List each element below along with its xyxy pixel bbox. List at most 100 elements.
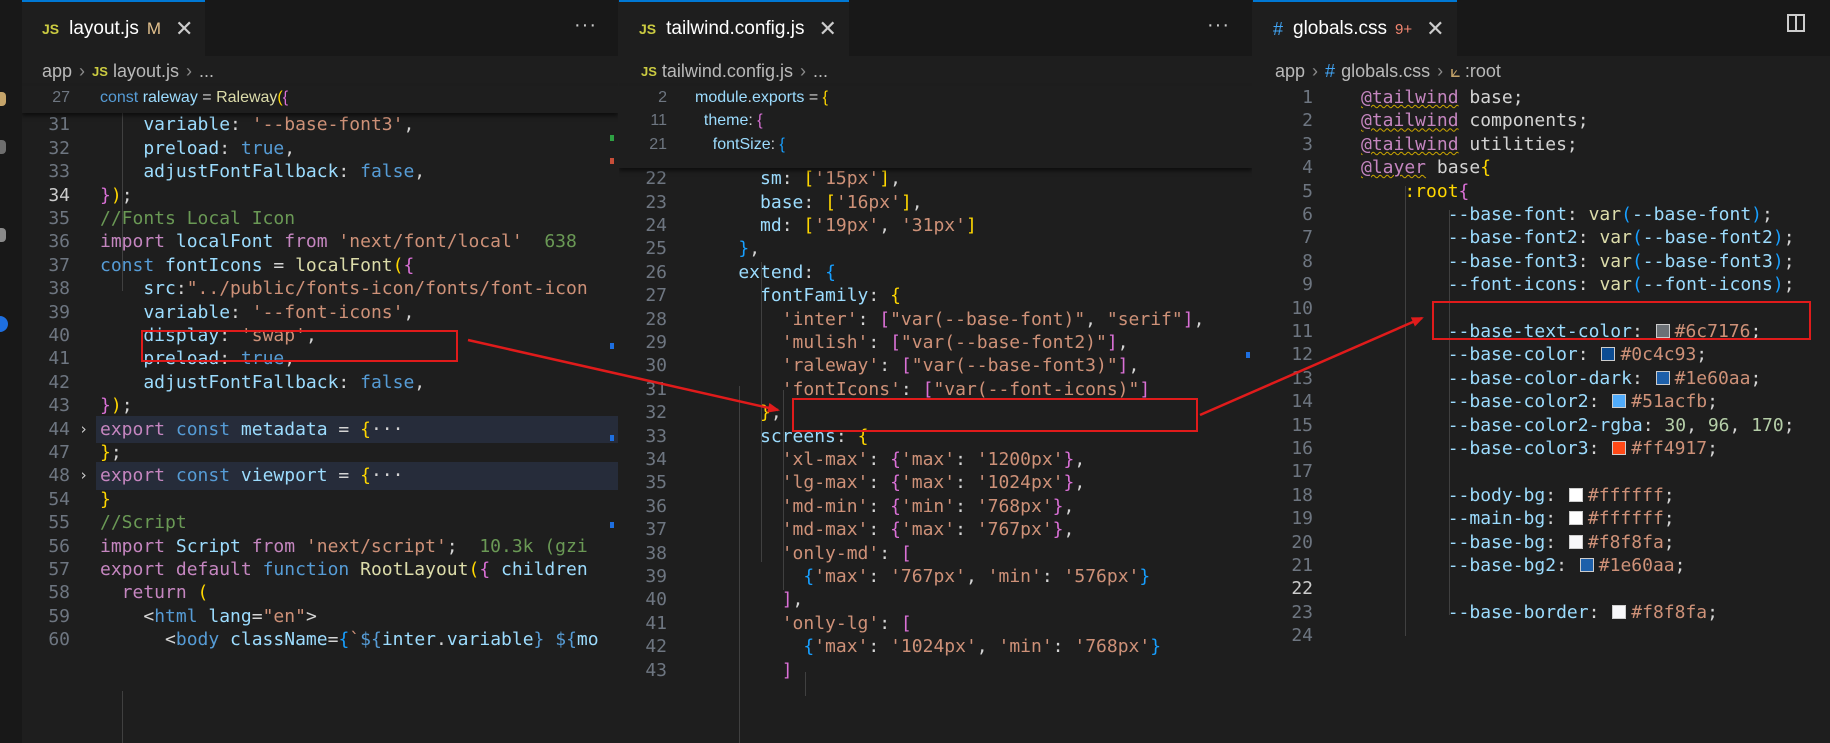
token: , — [976, 636, 999, 658]
token: { — [479, 559, 502, 580]
token: : — [230, 301, 252, 323]
token: '1200px' — [976, 449, 1064, 470]
token: : — [1556, 555, 1578, 576]
token: [ — [900, 542, 912, 564]
token: from — [251, 535, 306, 557]
close-icon[interactable]: ✕ — [1426, 16, 1444, 42]
color-swatch[interactable] — [1601, 347, 1616, 362]
code-text: ] — [695, 657, 793, 684]
token: utilities; — [1458, 133, 1578, 155]
token: : — [748, 112, 758, 130]
token: : — [868, 449, 891, 470]
activity-icon[interactable] — [0, 228, 6, 242]
breadcrumb-symbol[interactable]: :root — [1465, 61, 1501, 82]
accounts-badge-icon[interactable] — [0, 316, 8, 332]
token: #f8f8fa — [1631, 601, 1708, 623]
token: true — [240, 137, 285, 159]
color-swatch[interactable] — [1568, 534, 1583, 549]
token: : — [879, 355, 901, 377]
code-line[interactable]: 43 ] — [619, 657, 1252, 684]
more-actions-icon[interactable]: ··· — [1207, 14, 1230, 37]
token: : — [781, 215, 804, 236]
token: base — [695, 191, 804, 213]
breadcrumb-more[interactable]: ... — [199, 61, 214, 82]
breadcrumb-more[interactable]: ... — [813, 61, 828, 82]
token: 'mulish' — [695, 332, 869, 353]
breadcrumb-file[interactable]: globals.css — [1341, 61, 1430, 82]
token: 'max' — [814, 636, 869, 658]
token: , — [1193, 308, 1205, 330]
tab-layout-js[interactable]: JS layout.js M ✕ — [22, 0, 206, 56]
token: --base-color-dark — [1361, 367, 1632, 389]
color-swatch[interactable] — [1579, 558, 1594, 572]
token: } — [533, 629, 545, 651]
color-swatch[interactable] — [1568, 487, 1583, 502]
token: "var(--base-font3)" — [911, 355, 1118, 377]
code-line[interactable]: 24 — [1253, 622, 1830, 649]
color-swatch[interactable] — [1655, 370, 1670, 385]
tab-tailwind-config[interactable]: JS tailwind.config.js ✕ — [619, 0, 849, 56]
token: 'fontIcons' — [695, 378, 901, 400]
token: ${ — [555, 629, 577, 651]
code-line[interactable]: 27 const raleway = Raleway({ — [22, 84, 618, 111]
token: : — [857, 308, 880, 330]
breadcrumb-folder[interactable]: app — [42, 61, 72, 82]
token: '768px' — [976, 495, 1053, 517]
breadcrumb: JS tailwind.config.js › ... — [619, 56, 1252, 86]
token: : — [803, 261, 826, 283]
token: : — [1642, 414, 1665, 436]
chevron-right-icon: › — [186, 60, 192, 81]
token: 'next/script' — [305, 535, 447, 557]
token: ( — [392, 254, 404, 276]
more-actions-icon[interactable]: ··· — [574, 14, 597, 37]
color-swatch[interactable] — [1612, 604, 1627, 619]
token: ( — [1631, 250, 1643, 272]
code-editor[interactable]: 1 @tailwind base; 2 @tailwind components; 3 @… — [1253, 86, 1830, 743]
breadcrumb-file[interactable]: layout.js — [113, 61, 179, 82]
token: [ — [879, 308, 891, 330]
token: : — [1052, 636, 1075, 658]
token: ; — [110, 442, 122, 463]
token: const — [175, 465, 241, 487]
token: ] — [965, 215, 977, 236]
breadcrumb-folder[interactable]: app — [1275, 61, 1305, 82]
close-icon[interactable]: ✕ — [818, 16, 836, 42]
code-line[interactable]: 60 <body className={`${inter.variable} $… — [22, 626, 618, 653]
token: , — [403, 114, 415, 136]
token: #ffffff — [1587, 508, 1664, 530]
indent-guide — [805, 672, 806, 696]
close-icon[interactable]: ✕ — [175, 16, 193, 42]
token: ] — [879, 168, 891, 190]
token: RootLayout — [360, 559, 469, 580]
color-swatch[interactable] — [1612, 394, 1627, 409]
token: 'only-md' — [695, 542, 880, 564]
tab-globals-css[interactable]: # globals.css 9+ ✕ — [1253, 0, 1457, 56]
token: body — [175, 629, 231, 651]
activity-icon[interactable] — [0, 92, 6, 106]
code-line[interactable]: 21 fontSize: { — [619, 131, 1252, 158]
token: 'max' — [900, 449, 956, 470]
token: return — [100, 582, 198, 604]
activity-icon[interactable] — [0, 140, 6, 154]
token: "serif" — [1106, 308, 1183, 330]
token: adjustFontFallback — [100, 371, 339, 393]
token: : — [868, 472, 891, 494]
token: } — [1139, 566, 1151, 587]
color-swatch[interactable] — [1568, 511, 1583, 526]
color-swatch[interactable] — [1612, 441, 1627, 455]
breadcrumb-file[interactable]: tailwind.config.js — [662, 61, 793, 82]
chevron-right-icon: › — [1312, 60, 1319, 81]
split-editor-icon[interactable] — [1787, 14, 1805, 32]
code-editor[interactable]: 31 variable: '--base-font3', 32 preload: … — [22, 86, 618, 743]
css-file-icon: # — [1273, 18, 1284, 39]
highlight-box-variable — [141, 330, 458, 362]
tab-label: layout.js — [69, 18, 139, 39]
token: , — [890, 168, 901, 190]
token: ] — [900, 191, 912, 213]
token: base — [1426, 157, 1481, 179]
token: : — [868, 519, 891, 541]
token: , — [414, 161, 426, 183]
token: '15px' — [814, 168, 880, 190]
token: : — [1577, 344, 1600, 366]
token: '31px' — [900, 215, 966, 236]
